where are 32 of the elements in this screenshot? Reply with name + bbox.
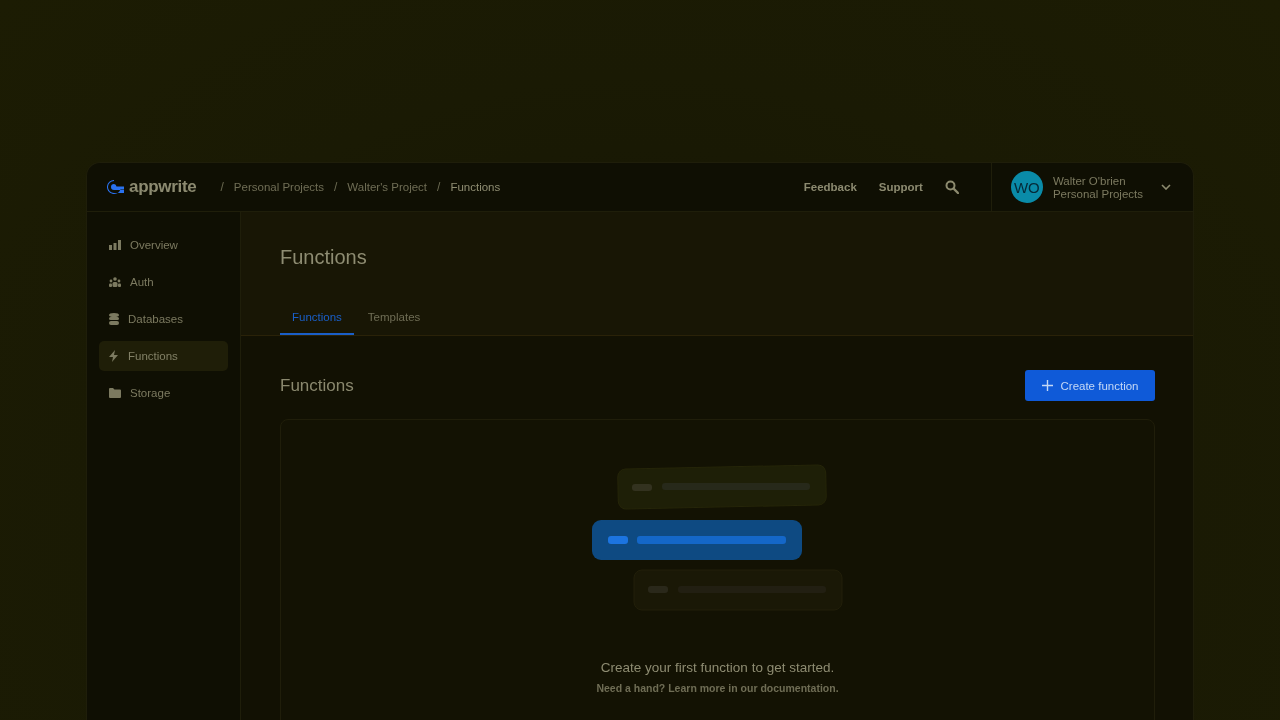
breadcrumb-separator: / — [220, 180, 224, 194]
breadcrumb-link[interactable]: Functions — [450, 181, 501, 193]
chevron-down-icon[interactable] — [1161, 184, 1171, 190]
user-avatar[interactable]: WO — [1010, 171, 1043, 203]
sidebar-item[interactable]: Auth — [99, 267, 228, 297]
logo-icon — [105, 179, 125, 195]
header-link[interactable]: Support — [878, 181, 923, 193]
logo-wordmark[interactable]: appwrite — [129, 177, 197, 197]
sidebar-item[interactable]: Databases — [99, 304, 228, 334]
database-icon — [109, 313, 119, 325]
sidebar-item[interactable]: Functions — [99, 341, 228, 371]
plus-icon — [1041, 380, 1053, 391]
breadcrumb-separator: / — [334, 180, 338, 194]
empty-state-hint: Need a hand? Learn more in our documentation. — [596, 682, 839, 694]
user-name: Walter O'brien — [1052, 174, 1127, 187]
empty-state-title: Create your first function to get started. — [600, 660, 835, 675]
create-function-button[interactable]: Create function — [1025, 370, 1155, 401]
tab[interactable]: Templates — [355, 311, 433, 335]
lightning-icon — [109, 350, 119, 362]
breadcrumb-link[interactable]: Walter's Project — [347, 181, 428, 193]
header-link[interactable]: Feedback — [803, 181, 857, 193]
sidebar-item[interactable]: Storage — [99, 378, 228, 408]
organization-name: Personal Projects — [1052, 187, 1143, 200]
bar-chart-icon — [109, 240, 121, 250]
folder-icon — [109, 388, 121, 398]
search-icon[interactable] — [944, 180, 959, 194]
sidebar-item[interactable]: Overview — [99, 230, 228, 260]
page-title: Functions — [280, 246, 368, 269]
section-title: Functions — [280, 375, 354, 396]
breadcrumb-link[interactable]: Personal Projects — [233, 181, 324, 193]
users-icon — [109, 277, 121, 287]
breadcrumb-separator: / — [437, 180, 441, 194]
